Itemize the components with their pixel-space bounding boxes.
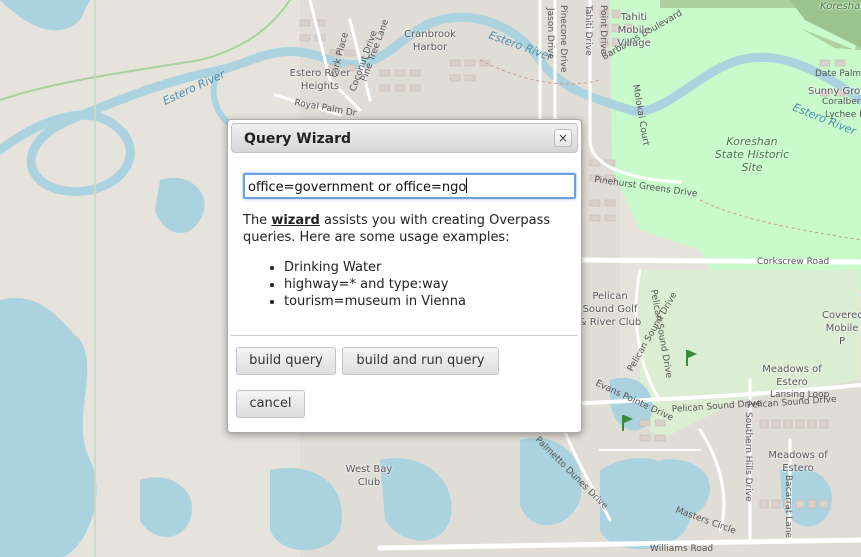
label-corkscrew-road: Corkscrew Road [757,257,829,267]
label-williams-road: Williams Road [650,544,713,554]
label-lychee: Lychee La [825,110,861,120]
label-bacarrat-lane: Bacarrat Lane [783,475,793,539]
label-date-palm: Date Palm Ln [815,69,861,79]
cancel-button[interactable]: cancel [236,390,305,418]
label-west-bay-club: West Bay Club [345,464,393,488]
build-and-run-query-button[interactable]: build and run query [342,347,499,375]
description-before: The [243,213,272,228]
query-input-value: office=government or office=ngo [248,180,467,195]
label-coralberry: Coralberry [822,97,861,107]
dialog-divider [231,335,578,336]
label-estero-river-heights: Estero River Heights [289,68,351,92]
example-item: Drinking Water [284,259,466,276]
examples-list: Drinking Water highway=* and type:way to… [268,259,466,310]
label-cranbrook-harbor: Cranbrook Harbor [404,29,456,53]
wizard-description: The wizard assists you with creating Ove… [243,212,573,246]
label-meadows-of-estero-2: Meadows of Estero [768,450,828,474]
label-southern-hills: Southern Hills Drive [743,412,753,502]
label-koreshan-state-historic-site: Koreshan State Historic Site [714,135,790,174]
label-meadows-of-estero-1: Meadows of Estero [762,364,822,388]
label-covered-mobile: Covered Mobile P [822,310,861,347]
label-jason: Jason Drive [545,7,555,59]
build-query-button[interactable]: build query [236,347,336,375]
wizard-link[interactable]: wizard [271,213,320,228]
dialog-title: Query Wizard [244,131,352,147]
label-lansing-loop: Lansing Loop [770,390,830,400]
label-pecan: Pinecone Drive [558,5,568,73]
label-tahiti-mobile-village: Tahiti Mobile Village [617,12,651,49]
label-pelican-sound-golf: Pelican Sound Golf & River Club [578,291,642,328]
close-icon[interactable]: × [554,129,572,147]
label-tahiti-drive: Tahiti Drive [583,4,593,56]
label-koreshan: Koreshan S [820,1,861,12]
query-input[interactable]: office=government or office=ngo [243,173,576,199]
example-item: highway=* and type:way [284,276,466,293]
label-sunny-grove: Sunny Grove [808,86,861,97]
query-wizard-dialog: Query Wizard × office=government or offi… [227,119,582,433]
example-item: tourism=museum in Vienna [284,293,466,310]
text-caret [466,178,468,193]
dialog-titlebar[interactable]: Query Wizard × [231,123,578,153]
